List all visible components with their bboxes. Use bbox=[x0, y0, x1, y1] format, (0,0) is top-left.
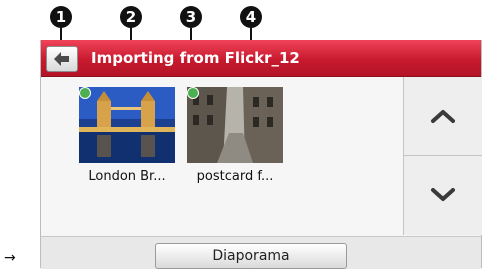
chevron-down-icon bbox=[431, 188, 455, 201]
callout-1: 1 bbox=[50, 6, 72, 28]
photo-thumbnail[interactable]: postcard f... bbox=[187, 87, 283, 205]
photo-grid: London Br... postcard f... bbox=[41, 77, 403, 235]
photo-thumbnail[interactable]: London Br... bbox=[79, 87, 175, 205]
back-arrow-icon bbox=[54, 52, 69, 66]
back-button[interactable] bbox=[46, 46, 78, 72]
thumbnail-label: London Br... bbox=[88, 169, 166, 184]
scroll-controls bbox=[403, 77, 482, 235]
page-title: Importing from Flickr_12 bbox=[91, 49, 300, 67]
slideshow-button[interactable]: Diaporama bbox=[155, 243, 347, 269]
london-bridge-image bbox=[79, 87, 175, 163]
callout-4: 4 bbox=[240, 6, 262, 28]
scroll-down-button[interactable] bbox=[404, 156, 482, 234]
side-arrow-marker: → bbox=[4, 250, 16, 266]
callout-2: 2 bbox=[120, 6, 142, 28]
chevron-up-icon bbox=[431, 110, 455, 123]
thumbnail-label: postcard f... bbox=[196, 169, 274, 184]
bottom-bar: Diaporama bbox=[41, 236, 481, 269]
flickr-status-icon bbox=[187, 87, 199, 99]
flickr-status-icon bbox=[79, 87, 91, 99]
scroll-up-button[interactable] bbox=[404, 77, 482, 156]
title-bar: Importing from Flickr_12 bbox=[41, 40, 481, 77]
callout-3: 3 bbox=[180, 6, 202, 28]
device-screen: Importing from Flickr_12 London Br... po… bbox=[40, 40, 482, 269]
street-postcard-image bbox=[187, 87, 283, 163]
